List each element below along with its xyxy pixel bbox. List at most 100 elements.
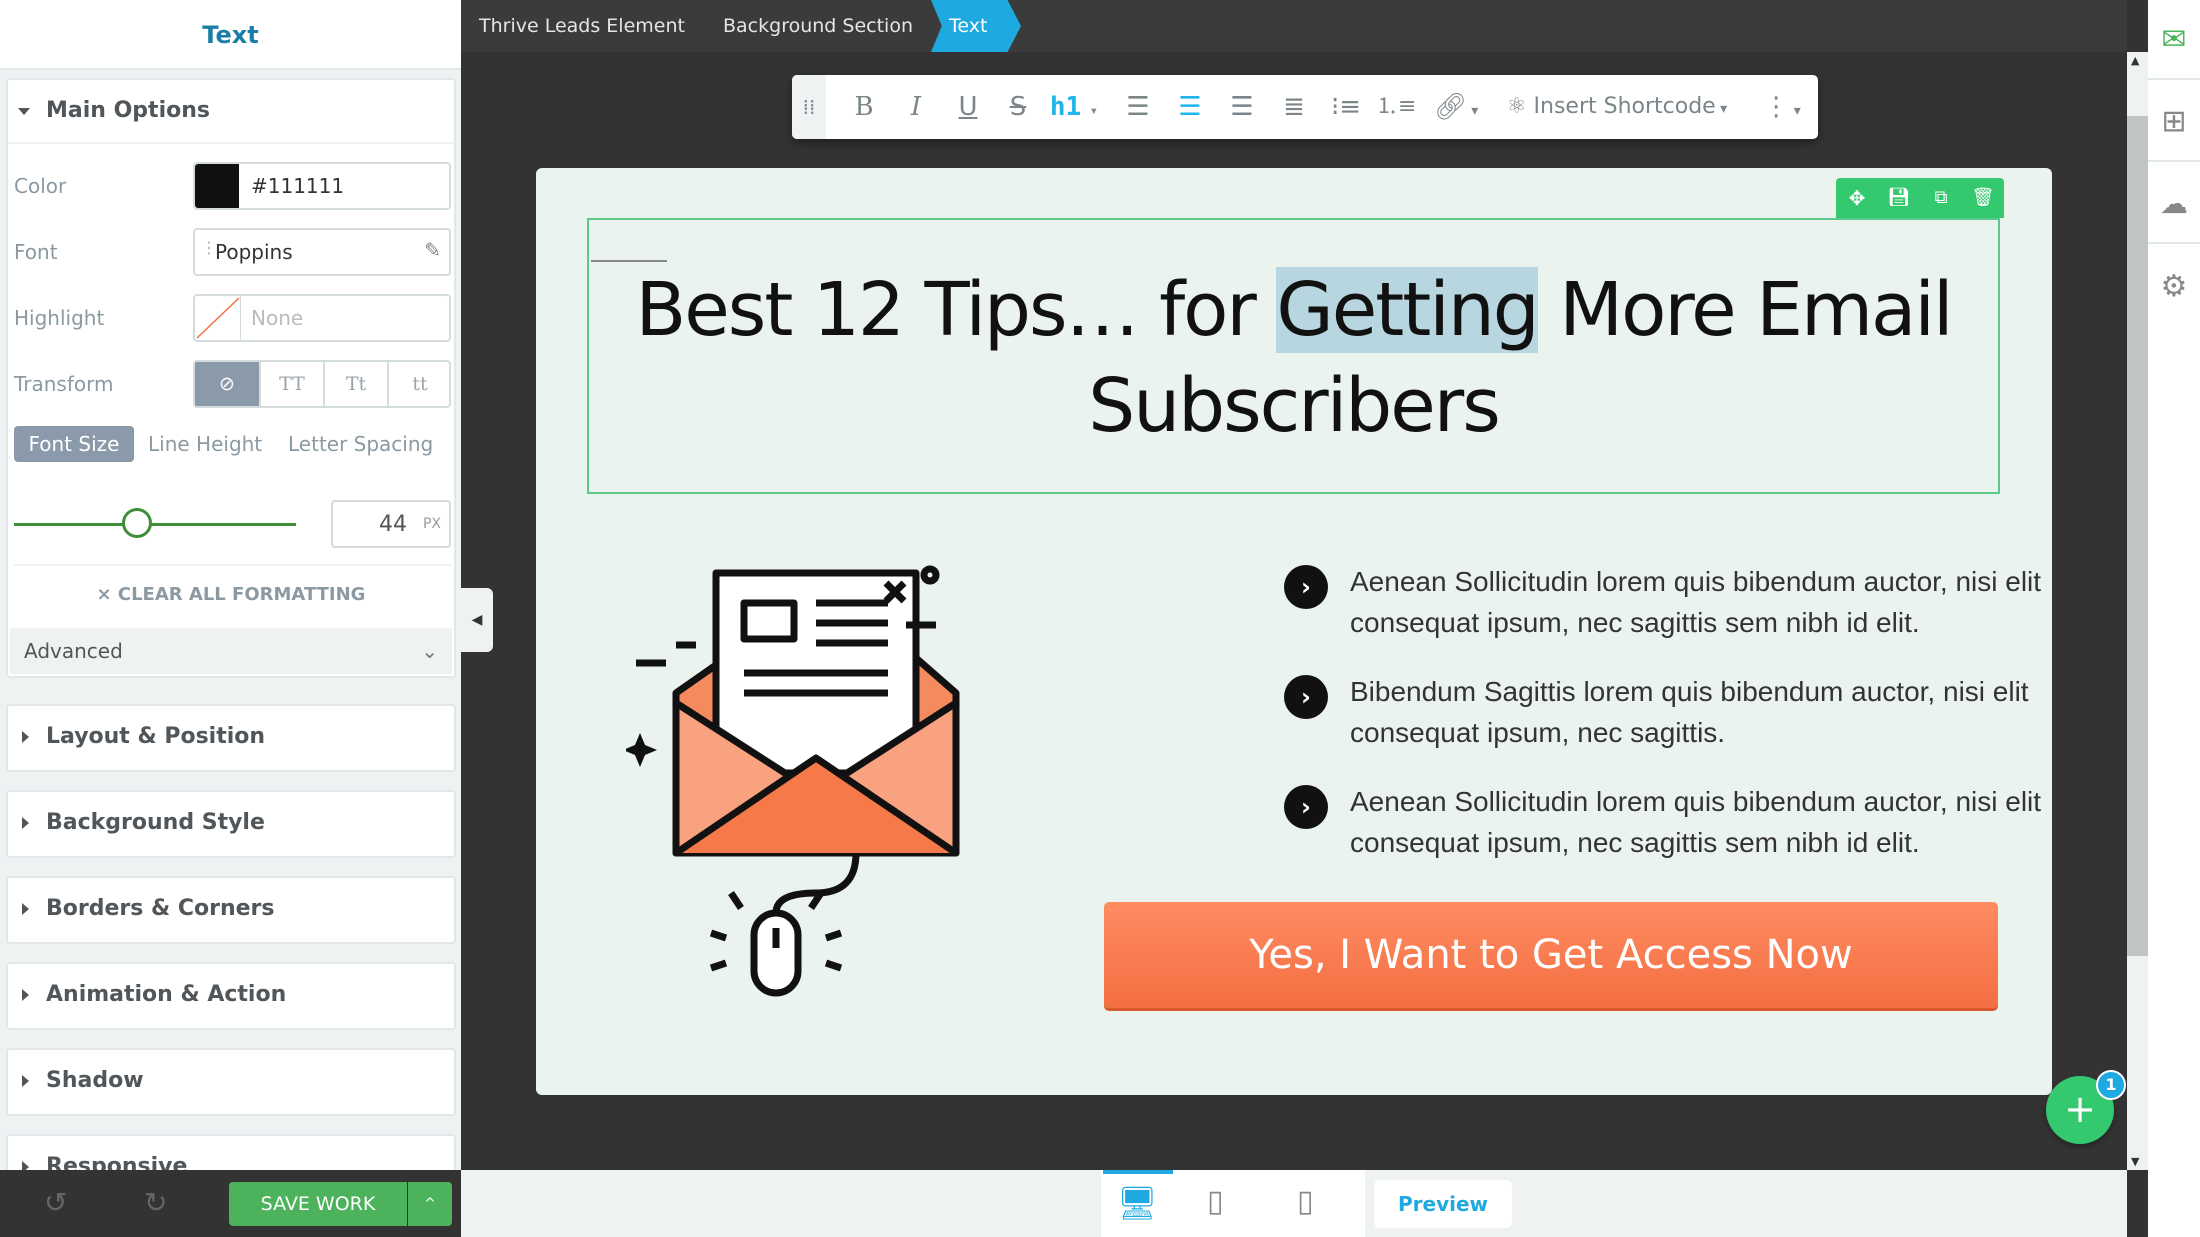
breadcrumb-item-current[interactable]: Text (931, 0, 1021, 52)
cloud-download-icon[interactable]: ☁ (2148, 164, 2200, 244)
desktop-icon[interactable]: 🖥︎ (1117, 1184, 1158, 1222)
shortcode-icon: ⚛ (1506, 94, 1534, 119)
section-label: Borders & Corners (8, 878, 454, 942)
section-responsive[interactable]: Responsive (6, 1134, 456, 1170)
transform-lowercase-button[interactable]: tt (387, 362, 449, 406)
clear-format-icon: ⨯ (96, 584, 118, 605)
tab-line-height[interactable]: Line Height (148, 426, 262, 462)
align-center-icon[interactable]: ☰ (1170, 75, 1210, 139)
font-size-input[interactable]: 44 PX (331, 500, 451, 548)
tab-font-size[interactable]: Font Size (14, 426, 134, 462)
save-icon[interactable]: 💾︎ (1878, 178, 1920, 218)
transform-none-button[interactable]: ⊘ (195, 362, 259, 406)
section-layout-position[interactable]: Layout & Position (6, 704, 456, 772)
highlight-label: Highlight (14, 306, 105, 330)
mobile-icon[interactable]: ▯ (1297, 1184, 1314, 1219)
thrive-leads-icon[interactable]: ✉ (2148, 0, 2200, 80)
more-icon[interactable]: ⋮ ▾ (1752, 75, 1812, 139)
shortcode-label: Insert Shortcode (1533, 94, 1716, 119)
duplicate-icon[interactable]: ⧉ (1920, 178, 1962, 218)
chevron-right-icon: › (1284, 675, 1328, 719)
align-justify-icon[interactable]: ≣ (1274, 75, 1314, 139)
notification-badge: 1 (2096, 1070, 2126, 1100)
undo-icon[interactable]: ↺ (44, 1186, 67, 1219)
transform-uppercase-button[interactable]: TT (259, 362, 323, 406)
clear-formatting-label: CLEAR ALL FORMATTING (117, 584, 366, 605)
scrollbar-thumb[interactable] (2127, 116, 2148, 956)
slider-handle[interactable] (122, 508, 152, 538)
color-swatch[interactable] (195, 164, 239, 208)
font-size-slider[interactable] (14, 523, 296, 526)
trash-icon[interactable]: 🗑︎ (1962, 178, 2004, 218)
text-toolbar: ⁞⁞ B I U S h1 ▾ ☰ ☰ ☰ ≣ ⁝≡ ⒈≡ 🔗︎ ▾ ⚛ Ins… (792, 75, 1818, 139)
panel-title: Text (0, 0, 461, 70)
list-text: consequat ipsum, nec sagittis sem nibh i… (1350, 607, 1920, 638)
font-size-value: 44 (379, 512, 407, 537)
chevron-right-icon: › (1284, 785, 1328, 829)
align-right-icon[interactable]: ☰ (1222, 75, 1262, 139)
section-background-style[interactable]: Background Style (6, 790, 456, 858)
underline-icon[interactable]: U (948, 75, 988, 139)
transform-capitalize-button[interactable]: Tt (323, 362, 387, 406)
list-text: consequat ipsum, nec sagittis. (1350, 717, 1726, 748)
envelope-mouse-illustration (626, 565, 960, 997)
link-icon[interactable]: 🔗︎ ▾ (1426, 75, 1486, 139)
move-icon[interactable]: ✥ (1836, 178, 1878, 218)
left-footer: ↺ ↻ SAVE WORK ^ (0, 1170, 461, 1237)
list-text: Bibendum Sagittis lorem quis bibendum au… (1350, 676, 2029, 707)
heading-selection: Getting (1276, 267, 1540, 353)
chevron-right-icon: › (1284, 565, 1328, 609)
highlight-value: None (251, 306, 304, 330)
gear-icon[interactable]: ⚙ (2148, 246, 2200, 326)
align-left-icon[interactable]: ☰ (1118, 75, 1158, 139)
cta-button[interactable]: Yes, I Want to Get Access Now (1104, 902, 1998, 1008)
heading-dropdown[interactable]: h1 ▾ (1046, 75, 1102, 139)
scrollbar[interactable]: ▲ ▼ (2127, 52, 2148, 1170)
preview-button[interactable]: Preview (1374, 1180, 1512, 1228)
list-text: Aenean Sollicitudin lorem quis bibendum … (1350, 566, 2042, 597)
collapse-panel-button[interactable]: ◀ (461, 588, 493, 652)
clear-formatting-button[interactable]: ⨯ CLEAR ALL FORMATTING (8, 584, 454, 605)
heading-value: h1 (1049, 92, 1082, 122)
element-actions: ✥ 💾︎ ⧉ 🗑︎ (1836, 178, 2004, 218)
drag-handle-icon[interactable]: ⁞⁞ (792, 75, 826, 139)
section-label: Layout & Position (8, 706, 454, 770)
main-options-toggle[interactable]: Main Options (8, 80, 454, 144)
chevron-down-icon: ⌄ (421, 639, 438, 663)
divider (14, 564, 451, 566)
pencil-icon[interactable]: ✎ (424, 238, 441, 262)
scroll-up-icon[interactable]: ▲ (2131, 54, 2139, 67)
tab-letter-spacing[interactable]: Letter Spacing (288, 426, 433, 462)
insert-shortcode-dropdown[interactable]: ⚛ Insert Shortcode ▾ (1502, 75, 1732, 139)
breadcrumb-item[interactable]: Thrive Leads Element (461, 0, 701, 52)
numbered-list-icon[interactable]: ⒈≡ (1376, 75, 1416, 139)
highlight-field[interactable]: None (193, 294, 451, 342)
bottom-bar: 🖥︎ ▯ ▯ Preview (461, 1170, 2127, 1237)
section-borders-corners[interactable]: Borders & Corners (6, 876, 456, 944)
save-options-button[interactable]: ^ (408, 1182, 452, 1226)
color-field[interactable]: #111111 (193, 162, 451, 210)
section-animation-action[interactable]: Animation & Action (6, 962, 456, 1030)
italic-icon[interactable]: I (896, 75, 936, 139)
section-shadow[interactable]: Shadow (6, 1048, 456, 1116)
active-indicator (1103, 1170, 1173, 1174)
heading-text[interactable]: Best 12 Tips… for Getting More Email Sub… (589, 262, 1998, 454)
selected-text-element[interactable]: Best 12 Tips… for Getting More Email Sub… (587, 218, 2000, 494)
tablet-icon[interactable]: ▯ (1207, 1184, 1224, 1219)
bold-icon[interactable]: B (844, 75, 884, 139)
advanced-toggle[interactable]: Advanced ⌄ (10, 628, 452, 674)
list-text: Aenean Sollicitudin lorem quis bibendum … (1350, 786, 2042, 817)
bullet-list-icon[interactable]: ⁝≡ (1326, 75, 1366, 139)
save-work-button[interactable]: SAVE WORK (229, 1182, 407, 1226)
scroll-down-icon[interactable]: ▼ (2131, 1155, 2139, 1168)
list-text: consequat ipsum, nec sagittis sem nibh i… (1350, 827, 1920, 858)
right-sidebar: ✉ ⊞ ☁ ⚙ (2148, 0, 2200, 1237)
redo-icon[interactable]: ↻ (144, 1186, 167, 1219)
section-label: Shadow (8, 1050, 454, 1114)
strikethrough-icon[interactable]: S (998, 75, 1038, 139)
add-element-icon[interactable]: ⊞ (2148, 82, 2200, 162)
font-field[interactable]: ⋮ Poppins ✎ (193, 228, 451, 276)
breadcrumb-item[interactable]: Background Section (705, 0, 935, 52)
no-color-swatch-icon[interactable] (195, 296, 241, 340)
font-label: Font (14, 240, 58, 264)
